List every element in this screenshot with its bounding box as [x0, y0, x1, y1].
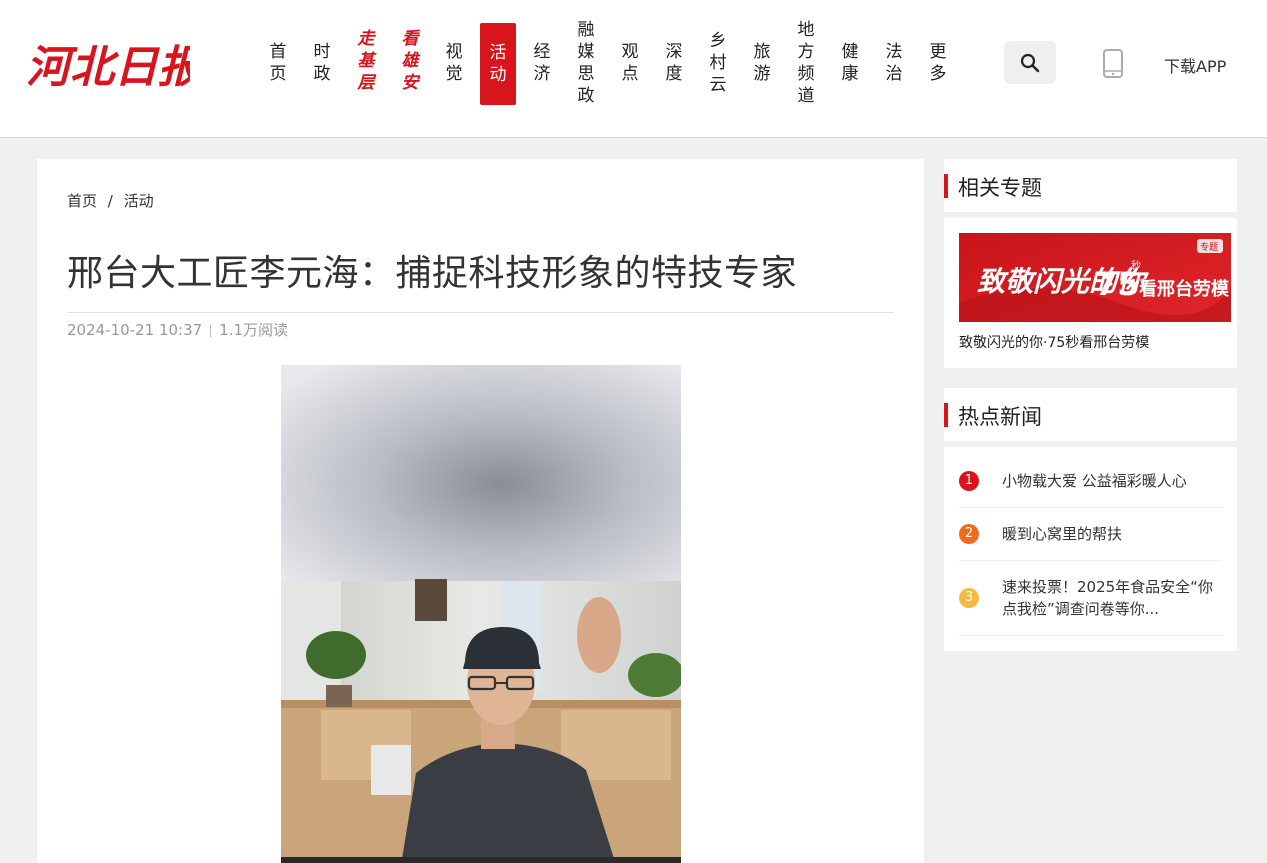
nav-item-more[interactable]: 更多 [918, 41, 958, 85]
nav-item-travel[interactable]: 旅游 [742, 41, 782, 85]
hot-news-title[interactable]: 暖到心窝里的帮扶 [1002, 523, 1217, 545]
nav-item-char: 层 [357, 73, 375, 93]
meta-separator [210, 324, 212, 337]
breadcrumb-separator: / [107, 192, 113, 210]
nav-item-char: 法 [885, 42, 903, 62]
nav-item-char: 游 [753, 64, 771, 84]
nav-item-law[interactable]: 法治 [874, 41, 914, 85]
nav-item-rural-cloud[interactable]: 乡村云 [698, 30, 738, 96]
nav-item-char: 云 [709, 75, 727, 95]
nav-item-char: 点 [621, 64, 639, 84]
search-button[interactable] [1004, 41, 1056, 84]
nav-item-char: 融 [577, 20, 595, 40]
phone-icon[interactable] [1103, 49, 1123, 78]
nav-item-char: 济 [533, 64, 551, 84]
nav-item-char: 首 [269, 42, 287, 62]
nav-item-char: 活 [489, 43, 507, 63]
nav-item-depth[interactable]: 深度 [654, 41, 694, 85]
site-header: 河北日报 首页 时政 走基层 看雄安 视觉 活动 经济 融媒思政 观点 深度 乡… [0, 0, 1267, 138]
nav-item-visual[interactable]: 视觉 [434, 41, 474, 85]
heading-accent-bar [944, 403, 948, 427]
banner-unit: 秒 [1131, 259, 1141, 272]
nav-item-char: 道 [797, 86, 815, 106]
rank-badge: 3 [959, 588, 979, 608]
nav-item-char: 乡 [709, 31, 727, 51]
nav-item-char: 经 [533, 42, 551, 62]
related-topics-heading: 相关专题 [958, 176, 1042, 200]
nav-item-char: 基 [357, 51, 375, 71]
rank-badge: 2 [959, 524, 979, 544]
article-panel: 首页 / 活动 邢台大工匠李元海：捕捉科技形象的特技专家 2024-10-21 … [37, 159, 924, 863]
hot-news-list: 1 小物载大爱 公益福彩暖人心 2 暖到心窝里的帮扶 3 速来投票！2025年食… [944, 447, 1237, 651]
topic-banner-image: 致敬闪光的你 75 秒 看邢台劳模 专题 [959, 233, 1231, 322]
article-video[interactable] [281, 365, 681, 863]
nav-item-economy[interactable]: 经济 [522, 41, 562, 85]
hebei-daily-logo[interactable]: 河北日报 [26, 34, 190, 94]
nav-item-media-ideology[interactable]: 融媒思政 [566, 19, 606, 107]
hot-news-item[interactable]: 3 速来投票！2025年食品安全“你点我检”调查问卷等你... [959, 561, 1222, 636]
read-count: 1.1万阅读 [219, 321, 289, 339]
related-topics-header: 相关专题 [944, 159, 1237, 212]
nav-item-char: 政 [313, 64, 331, 84]
nav-item-char: 雄 [401, 51, 419, 71]
related-topic-card[interactable]: 致敬闪光的你 75 秒 看邢台劳模 专题 致敬闪光的你·75秒看邢台劳模 [944, 218, 1237, 368]
nav-item-char: 安 [401, 73, 419, 93]
publish-date: 2024-10-21 10:37 [67, 321, 203, 339]
breadcrumb: 首页 / 活动 [67, 190, 160, 211]
nav-item-char: 视 [445, 42, 463, 62]
nav-item-char: 度 [665, 64, 683, 84]
hot-news-header: 热点新闻 [944, 388, 1237, 441]
nav-item-char: 页 [269, 64, 287, 84]
nav-item-char: 健 [841, 42, 859, 62]
nav-item-xiongan[interactable]: 看雄安 [390, 28, 430, 94]
nav-item-char: 观 [621, 42, 639, 62]
nav-item-local-channel[interactable]: 地方频道 [786, 19, 826, 107]
hot-news-item[interactable]: 1 小物载大爱 公益福彩暖人心 [959, 456, 1222, 508]
nav-item-activity[interactable]: 活动 [480, 23, 516, 105]
hot-news-title[interactable]: 速来投票！2025年食品安全“你点我检”调查问卷等你... [1002, 576, 1217, 620]
rank-badge: 1 [959, 471, 979, 491]
nav-item-char: 治 [885, 64, 903, 84]
article-title: 邢台大工匠李元海：捕捉科技形象的特技专家 [67, 253, 798, 294]
nav-item-char: 媒 [577, 42, 595, 62]
nav-item-char: 方 [797, 42, 815, 62]
breadcrumb-home[interactable]: 首页 [67, 192, 97, 210]
nav-item-char: 时 [313, 42, 331, 62]
nav-item-char: 政 [577, 86, 595, 106]
svg-text:河北日报: 河北日报 [26, 42, 190, 93]
nav-item-char: 地 [797, 20, 815, 40]
nav-item-char: 多 [929, 64, 947, 84]
topic-banner[interactable]: 致敬闪光的你 75 秒 看邢台劳模 专题 [959, 233, 1231, 322]
topic-caption[interactable]: 致敬闪光的你·75秒看邢台劳模 [959, 332, 1149, 352]
title-divider [67, 312, 894, 313]
nav-item-char: 频 [797, 64, 815, 84]
search-icon [1020, 53, 1040, 72]
download-app-link[interactable]: 下载APP [1164, 53, 1226, 77]
nav-item-char: 康 [841, 64, 859, 84]
article-meta: 2024-10-21 10:37 1.1万阅读 [67, 319, 288, 340]
banner-subtitle: 看邢台劳模 [1138, 278, 1230, 300]
heading-accent-bar [944, 174, 948, 198]
nav-item-char: 动 [489, 65, 507, 85]
nav-item-char: 旅 [753, 42, 771, 62]
nav-item-home[interactable]: 首页 [258, 41, 298, 85]
nav-item-char: 走 [357, 29, 375, 49]
hot-news-title[interactable]: 小物载大爱 公益福彩暖人心 [1002, 470, 1217, 492]
nav-item-char: 深 [665, 42, 683, 62]
hot-news-item[interactable]: 2 暖到心窝里的帮扶 [959, 508, 1222, 561]
nav-item-grassroots[interactable]: 走基层 [346, 28, 386, 94]
video-frame-image [281, 365, 681, 863]
nav-item-char: 看 [401, 29, 419, 49]
banner-badge: 专题 [1200, 241, 1218, 253]
nav-item-health[interactable]: 健康 [830, 41, 870, 85]
nav-item-char: 思 [577, 64, 595, 84]
nav-item-char: 更 [929, 42, 947, 62]
nav-item-politics[interactable]: 时政 [302, 41, 342, 85]
nav-item-char: 觉 [445, 64, 463, 84]
nav-item-opinion[interactable]: 观点 [610, 41, 650, 85]
nav-item-char: 村 [709, 53, 727, 73]
hot-news-heading: 热点新闻 [958, 405, 1042, 429]
breadcrumb-section[interactable]: 活动 [124, 192, 154, 210]
